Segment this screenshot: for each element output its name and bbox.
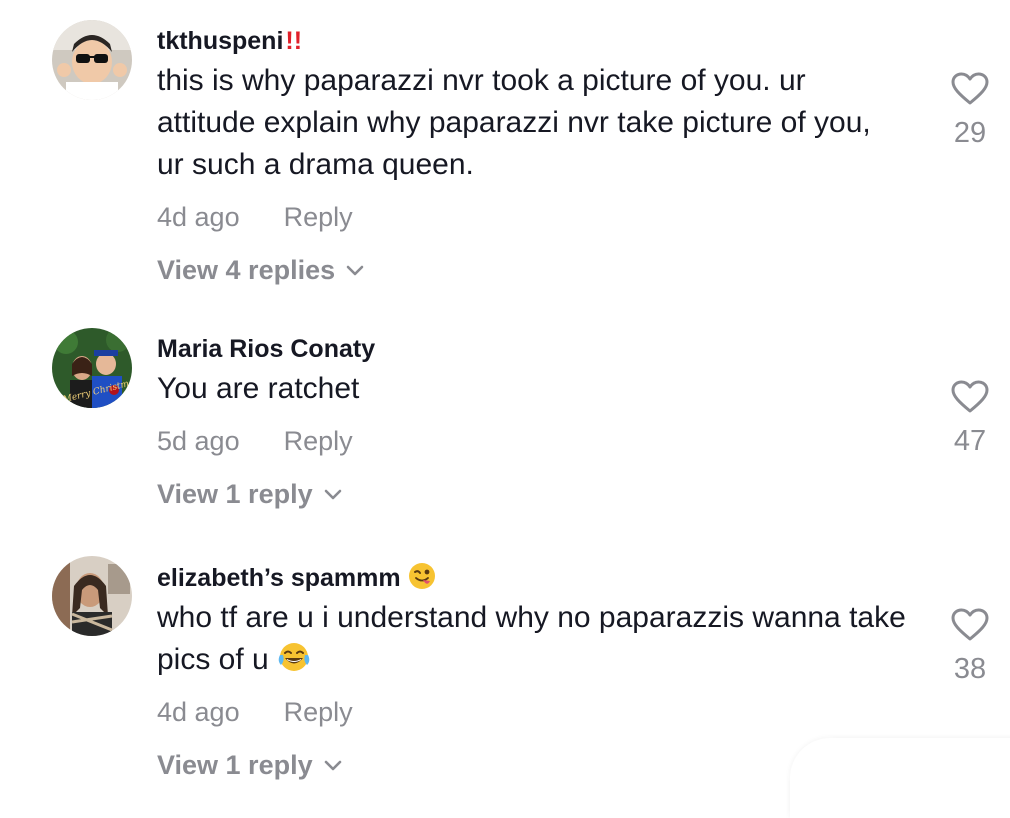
view-replies-label: View 4 replies — [157, 255, 336, 285]
double-exclamation-icon: !! — [285, 27, 303, 55]
comment-meta: 4d ago Reply — [157, 202, 917, 233]
comment-text: You are ratchet — [157, 372, 360, 405]
avatar[interactable]: Merry Christmas — [52, 328, 132, 408]
heart-outline-icon — [951, 608, 989, 641]
like-button[interactable]: 29 — [940, 72, 1000, 150]
heart-outline-icon — [951, 72, 989, 105]
username-text: elizabeth’s spammm — [157, 564, 401, 592]
like-button[interactable]: 38 — [940, 608, 1000, 686]
heart-outline-icon — [951, 380, 989, 413]
avatar[interactable] — [52, 556, 132, 636]
comment-body: tkthuspeni!! this is why paparazzi nvr t… — [157, 26, 917, 286]
comment-body: Maria Rios Conaty You are ratchet 5d ago… — [157, 334, 917, 510]
view-replies-button[interactable]: View 1 reply — [157, 479, 917, 510]
username[interactable]: elizabeth’s spammm — [157, 562, 917, 593]
like-button[interactable]: 47 — [940, 380, 1000, 458]
comment-meta: 5d ago Reply — [157, 426, 917, 457]
comment-time: 4d ago — [157, 202, 240, 232]
username-text: tkthuspeni — [157, 27, 284, 55]
comment-time: 5d ago — [157, 426, 240, 456]
reply-button[interactable]: Reply — [284, 202, 353, 233]
like-count: 29 — [953, 117, 987, 149]
chevron-down-icon — [346, 265, 364, 275]
comment-time: 4d ago — [157, 697, 240, 727]
username[interactable]: tkthuspeni!! — [157, 26, 917, 56]
reply-button[interactable]: Reply — [284, 697, 353, 728]
view-replies-label: View 1 reply — [157, 750, 313, 780]
comment-meta: 4d ago Reply — [157, 697, 917, 728]
username[interactable]: Maria Rios Conaty — [157, 334, 917, 364]
comment-text: who tf are u i understand why no paparaz… — [157, 597, 917, 681]
like-count: 38 — [953, 653, 987, 685]
comment-text-content: who tf are u i understand why no paparaz… — [157, 601, 906, 676]
tears-of-joy-emoji-icon — [278, 643, 310, 671]
chevron-down-icon — [324, 489, 341, 499]
reply-button[interactable]: Reply — [284, 426, 353, 457]
view-replies-label: View 1 reply — [157, 479, 313, 509]
chevron-down-icon — [324, 760, 341, 770]
like-count: 47 — [953, 425, 987, 457]
view-replies-button[interactable]: View 4 replies — [157, 255, 917, 286]
winking-tongue-emoji-icon — [408, 563, 435, 589]
comment-input-bubble[interactable] — [790, 738, 1010, 818]
avatar[interactable] — [52, 20, 132, 100]
comment-text: this is why paparazzi nvr took a picture… — [157, 64, 871, 181]
